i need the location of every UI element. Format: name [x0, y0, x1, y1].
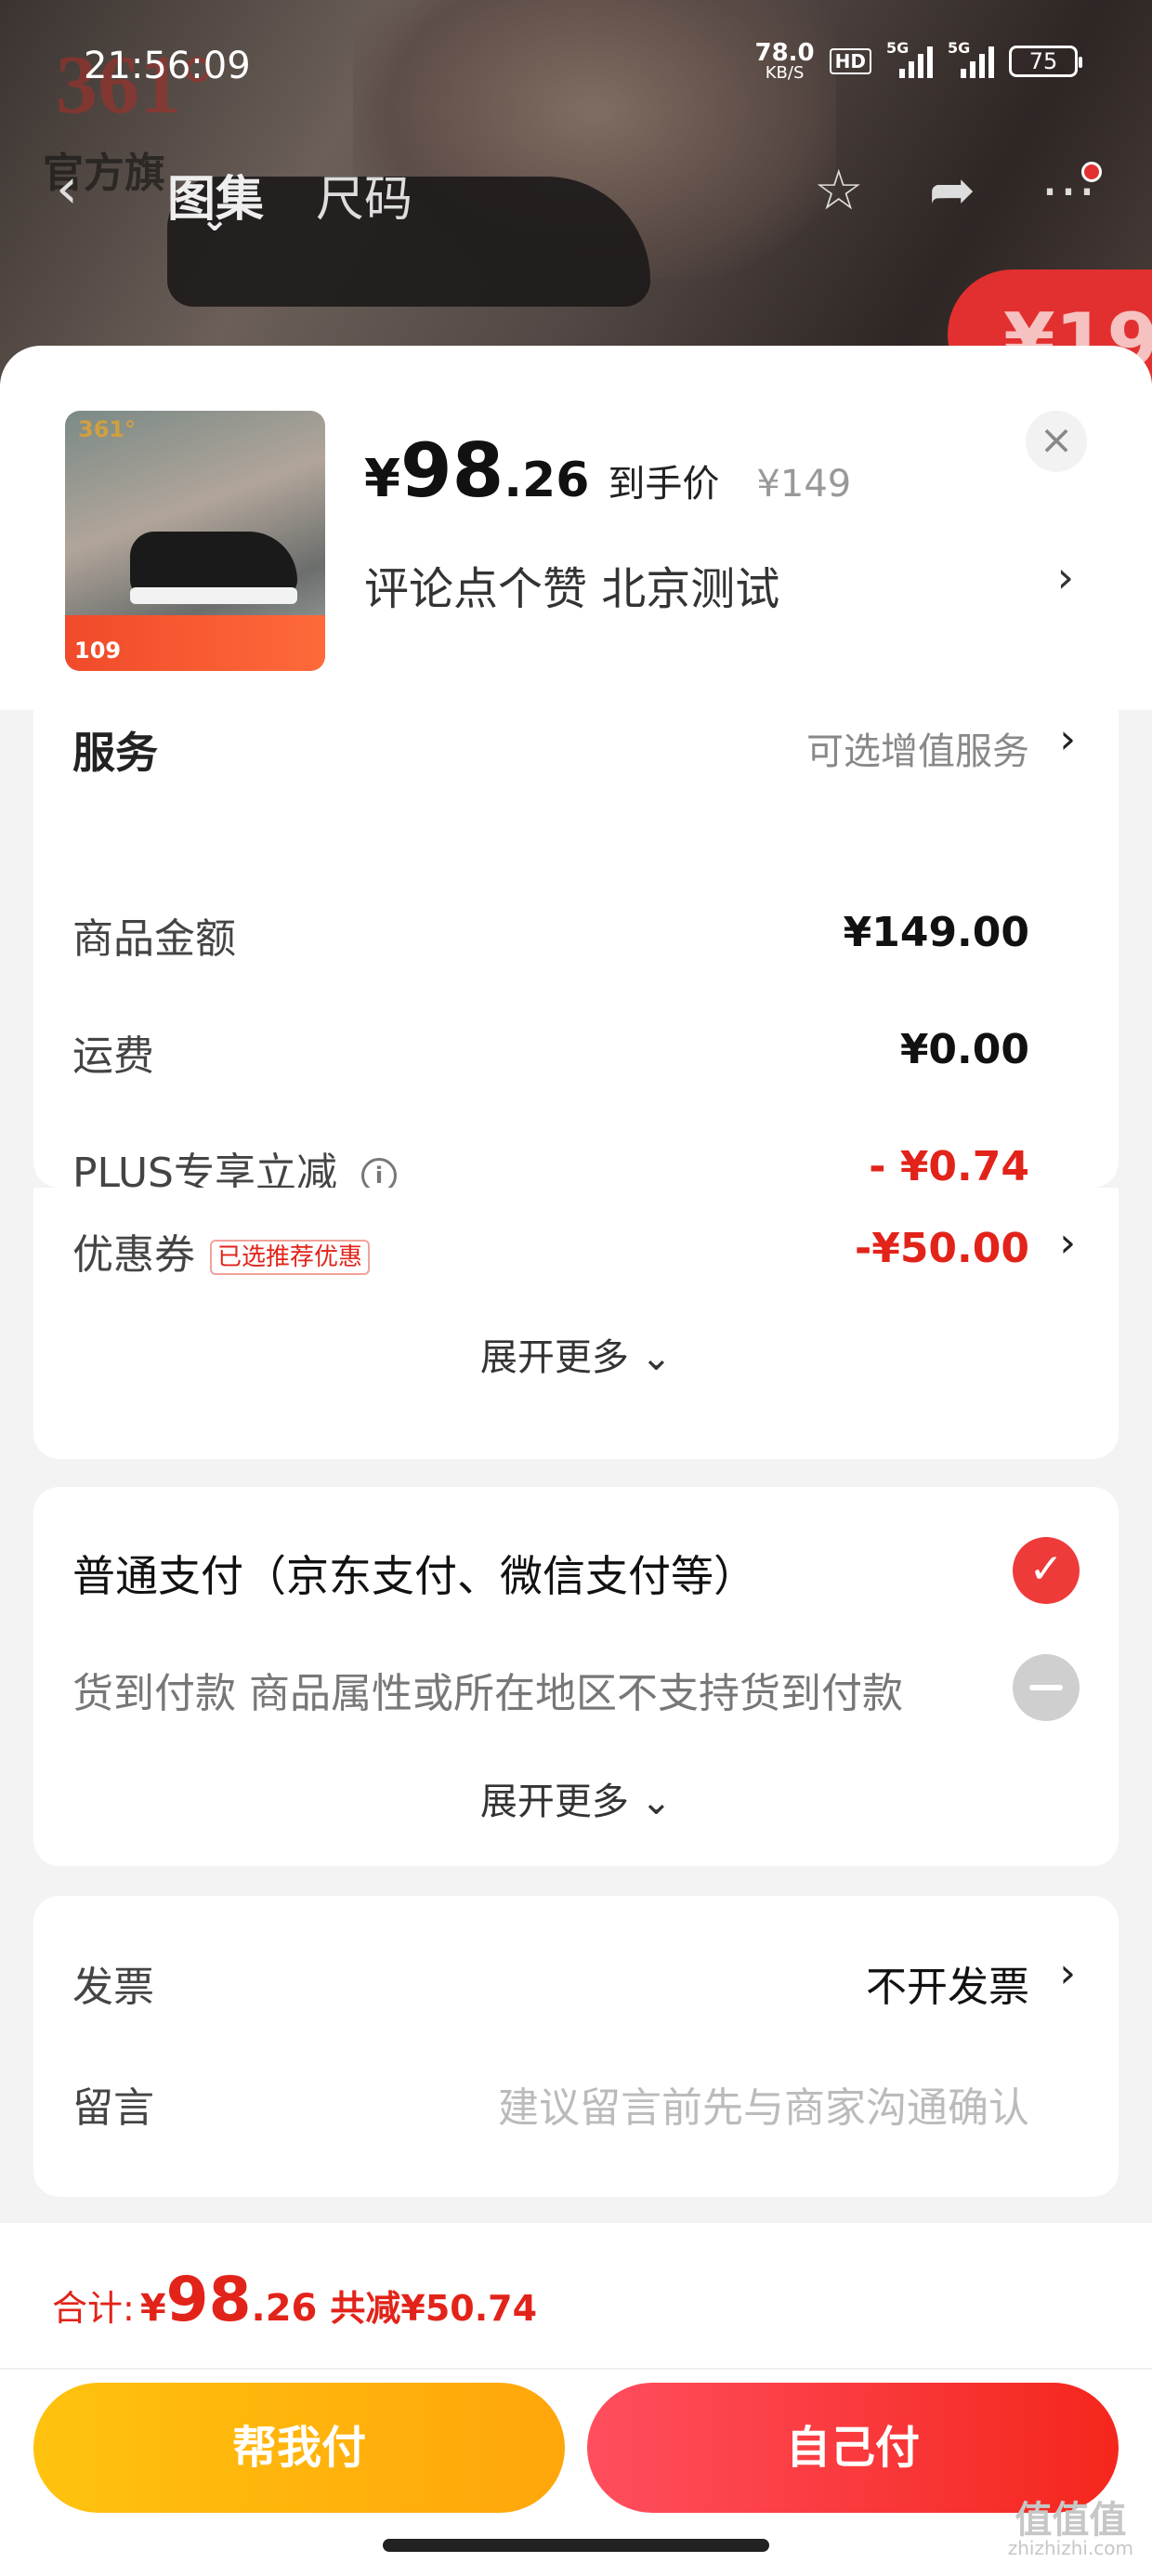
chevron-left-icon[interactable]: ‹	[56, 156, 78, 221]
chevron-right-icon[interactable]: ›	[1059, 1219, 1076, 1267]
disabled-icon	[1013, 1654, 1080, 1721]
share-icon[interactable]: ➦	[929, 158, 975, 223]
total-amount: 合计: ¥ 98 .26 共减¥50.74	[52, 2264, 538, 2335]
product-summary: 361° 109 ¥ 98 .26 到手价 ¥149 × 评论点个赞 北京测试 …	[0, 346, 1152, 710]
status-bar: 21:56:09 78.0 KB/S HD 5G 5G 75	[84, 39, 1082, 97]
help-pay-button[interactable]: 帮我付	[33, 2383, 565, 2513]
expand-more-button[interactable]: 展开更多 ⌄	[33, 1771, 1119, 1825]
tab-size[interactable]: 尺码	[316, 160, 412, 230]
final-price-label: 到手价	[608, 463, 720, 506]
hd-icon: HD	[829, 48, 871, 74]
payment-card: 普通支付（京东支付、微信支付等） ✓ 货到付款 商品属性或所在地区不支持货到付款…	[33, 1487, 1119, 1866]
goods-amount-value: ¥149.00	[843, 909, 1029, 956]
payment-option-cod: 货到付款 商品属性或所在地区不支持货到付款	[72, 1670, 903, 1717]
total-saving: 共减¥50.74	[330, 2288, 538, 2329]
status-time: 21:56:09	[84, 45, 251, 87]
product-price: ¥ 98 .26 到手价 ¥149	[364, 427, 852, 514]
coupon-value[interactable]: -¥50.00	[855, 1225, 1029, 1272]
amounts-card: 商品金额 ¥149.00 运费 ¥0.00 PLUS专享立减 i - ¥0.74	[33, 842, 1119, 1197]
shipping-label: 运费	[72, 1032, 154, 1080]
service-value[interactable]: 可选增值服务	[806, 721, 1029, 775]
self-pay-button[interactable]: 自己付	[587, 2383, 1119, 2513]
home-indicator[interactable]	[383, 2539, 769, 2552]
plus-discount-value: - ¥0.74	[869, 1143, 1029, 1190]
coupon-tag: 已选推荐优惠	[210, 1240, 371, 1275]
signal-icon: 5G	[886, 39, 933, 78]
message-input[interactable]: 建议留言前先与商家沟通确认	[498, 2074, 1029, 2134]
battery-icon: 75	[1009, 46, 1082, 77]
product-spec[interactable]: 评论点个赞 北京测试	[364, 552, 779, 617]
message-label: 留言	[72, 2084, 154, 2132]
chevron-right-icon[interactable]: ›	[1059, 716, 1076, 763]
service-label: 服务	[72, 728, 158, 778]
tab-gallery[interactable]: 图集	[167, 160, 264, 239]
expand-more-button[interactable]: 展开更多 ⌄	[33, 1327, 1119, 1381]
chevron-right-icon[interactable]: ›	[1059, 1950, 1076, 1997]
watermark: 值值值 zhizhizhi.com	[1007, 2499, 1133, 2559]
goods-amount-label: 商品金额	[72, 915, 236, 963]
shipping-value: ¥0.00	[899, 1026, 1029, 1073]
more-icon[interactable]: ⋯	[1041, 158, 1102, 223]
original-price: ¥149	[756, 463, 852, 506]
network-speed: 78.0 KB/S	[754, 39, 815, 83]
chevron-right-icon[interactable]: ›	[1057, 552, 1074, 602]
coupon-label[interactable]: 优惠券 已选推荐优惠	[72, 1221, 371, 1281]
checkout-footer: 合计: ¥ 98 .26 共减¥50.74 帮我付 自己付 值值值 zhizhi…	[0, 2223, 1152, 2576]
payment-option-normal[interactable]: 普通支付（京东支付、微信支付等）	[72, 1543, 756, 1604]
check-icon[interactable]: ✓	[1013, 1537, 1080, 1604]
invoice-value[interactable]: 不开发票	[866, 1953, 1029, 2013]
invoice-card: 发票 不开发票 › 留言 建议留言前先与商家沟通确认	[33, 1896, 1119, 2197]
signal-icon-2: 5G	[948, 39, 994, 78]
invoice-label: 发票	[72, 1964, 154, 2011]
product-thumbnail: 361° 109	[65, 411, 325, 671]
amounts-card-bottom: 优惠券 已选推荐优惠 -¥50.00 › 展开更多 ⌄	[33, 1188, 1119, 1459]
star-icon[interactable]: ☆	[814, 158, 864, 223]
divider	[0, 2368, 1152, 2370]
top-nav: ‹ 图集 尺码 ☆ ➦ ⋯	[56, 149, 1102, 239]
notification-dot	[1081, 162, 1102, 182]
close-icon[interactable]: ×	[1026, 411, 1087, 472]
